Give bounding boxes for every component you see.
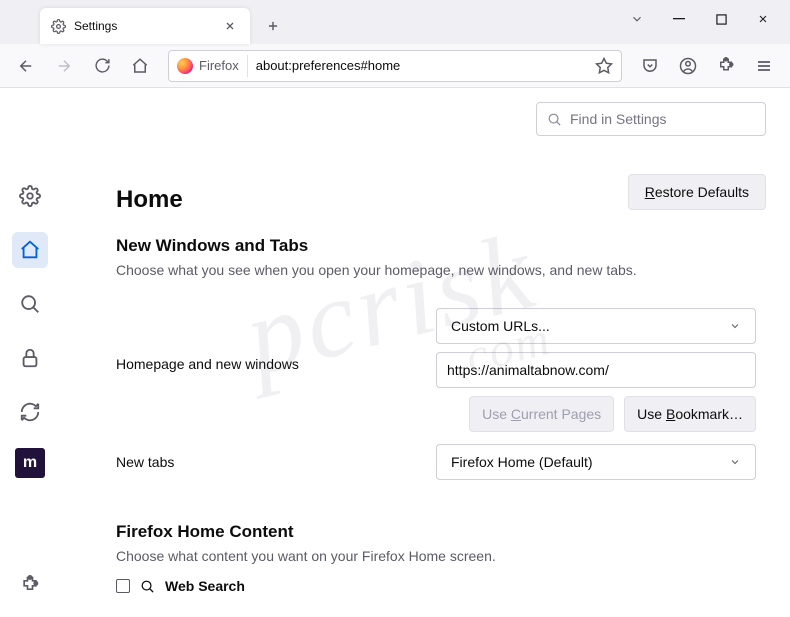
category-privacy[interactable]: [12, 340, 48, 376]
category-home[interactable]: [12, 232, 48, 268]
category-more-mozilla[interactable]: m: [15, 448, 45, 478]
extensions-rail-button[interactable]: [12, 567, 48, 603]
firefox-logo-icon: [177, 58, 193, 74]
homepage-mode-select[interactable]: Custom URLs...: [436, 308, 756, 344]
pocket-button[interactable]: [634, 50, 666, 82]
web-search-checkbox[interactable]: [116, 579, 130, 593]
use-bookmark-button[interactable]: Use Bookmark…: [624, 396, 756, 432]
category-rail: m: [0, 88, 60, 617]
web-search-label: Web Search: [165, 578, 245, 594]
search-icon: [140, 579, 155, 594]
extensions-button[interactable]: [710, 50, 742, 82]
restore-defaults-button[interactable]: Restore Defaults: [628, 174, 766, 210]
identity-box[interactable]: Firefox: [177, 55, 248, 77]
use-current-pages-button[interactable]: Use Current Pages: [469, 396, 614, 432]
homepage-label: Homepage and new windows: [116, 308, 416, 372]
section-sub-windows-tabs: Choose what you see when you open your h…: [116, 262, 766, 278]
homepage-url-input[interactable]: https://animaltabnow.com/: [436, 352, 756, 388]
tab-bar: Settings: [0, 0, 790, 44]
tab-settings[interactable]: Settings: [40, 8, 250, 44]
window-close-button[interactable]: [742, 3, 784, 35]
newtabs-select[interactable]: Firefox Home (Default): [436, 444, 756, 480]
gear-icon: [50, 18, 66, 34]
app-menu-button[interactable]: [748, 50, 780, 82]
url-text: about:preferences#home: [256, 58, 587, 73]
url-bar[interactable]: Firefox about:preferences#home: [168, 50, 622, 82]
minimize-button[interactable]: [658, 3, 700, 35]
preferences-main: Find in Settings Home Restore Defaults N…: [60, 88, 790, 617]
forward-button[interactable]: [48, 50, 80, 82]
account-button[interactable]: [672, 50, 704, 82]
category-sync[interactable]: [12, 394, 48, 430]
window-controls: [616, 0, 784, 38]
category-general[interactable]: [12, 178, 48, 214]
identity-label: Firefox: [199, 58, 239, 73]
home-button[interactable]: [124, 50, 156, 82]
section-heading-windows-tabs: New Windows and Tabs: [116, 236, 766, 256]
mozilla-m-glyph: m: [23, 454, 37, 472]
section-heading-home-content: Firefox Home Content: [116, 522, 766, 542]
tabs-dropdown-button[interactable]: [616, 3, 658, 35]
close-icon[interactable]: [224, 20, 240, 32]
newtabs-select-value: Firefox Home (Default): [451, 454, 593, 470]
homepage-url-value: https://animaltabnow.com/: [447, 362, 609, 378]
chevron-down-icon: [729, 320, 741, 332]
search-placeholder: Find in Settings: [570, 111, 667, 127]
newtabs-label: New tabs: [116, 454, 416, 470]
maximize-button[interactable]: [700, 3, 742, 35]
category-search[interactable]: [12, 286, 48, 322]
homepage-select-value: Custom URLs...: [451, 318, 550, 334]
new-tab-button[interactable]: [258, 11, 288, 41]
search-icon: [547, 112, 562, 127]
nav-toolbar: Firefox about:preferences#home: [0, 44, 790, 88]
back-button[interactable]: [10, 50, 42, 82]
reload-button[interactable]: [86, 50, 118, 82]
tab-title: Settings: [74, 19, 216, 33]
bookmark-star-icon[interactable]: [595, 57, 613, 75]
search-input[interactable]: Find in Settings: [536, 102, 766, 136]
content-area: m Find in Settings Home Restore Defaults…: [0, 88, 790, 617]
section-sub-home-content: Choose what content you want on your Fir…: [116, 548, 766, 564]
chevron-down-icon: [729, 456, 741, 468]
